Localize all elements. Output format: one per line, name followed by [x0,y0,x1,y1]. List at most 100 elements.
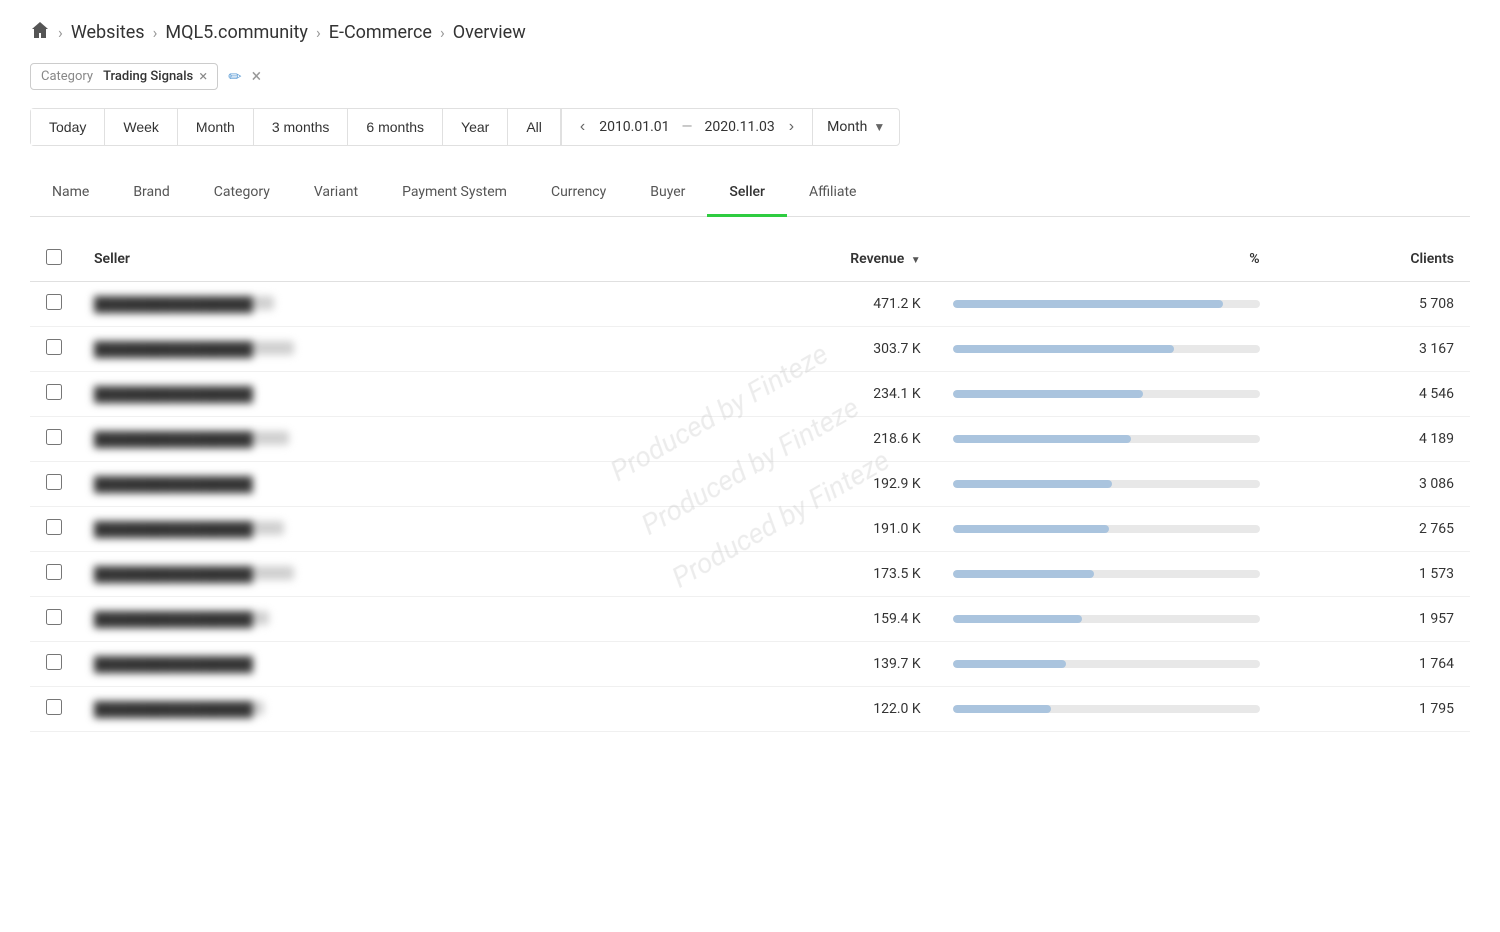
revenue-cell: 303.7 K [674,327,937,372]
row-checkbox-cell[interactable] [30,417,78,462]
table-row: ████████████████159.4 K1 957 [30,597,1470,642]
row-checkbox[interactable] [46,564,62,580]
select-all-checkbox[interactable] [46,249,62,265]
seller-name-cell: ████████████████ [78,642,674,687]
breadcrumb-ecommerce[interactable]: E-Commerce [329,22,432,43]
row-checkbox-cell[interactable] [30,507,78,552]
seller-name-cell: ████████████████ [78,417,674,462]
seller-name-blurred: ████████████████ [94,521,284,535]
row-checkbox-cell[interactable] [30,462,78,507]
row-checkbox[interactable] [46,384,62,400]
clients-cell: 2 765 [1276,507,1470,552]
revenue-cell: 159.4 K [674,597,937,642]
revenue-cell: 234.1 K [674,372,937,417]
seller-name-blurred: ████████████████ [94,296,274,310]
percent-cell [937,462,1276,507]
clients-cell: 5 708 [1276,282,1470,327]
tab-buyer[interactable]: Buyer [628,170,707,217]
tab-payment-system[interactable]: Payment System [380,170,529,217]
breadcrumb-mql5[interactable]: MQL5.community [165,22,308,43]
percent-cell [937,552,1276,597]
select-all-header[interactable] [30,237,78,282]
percent-cell [937,417,1276,462]
seller-name-cell: ████████████████ [78,597,674,642]
col-seller[interactable]: Seller [78,237,674,282]
date-range-section: ‹ 2010.01.01 — 2020.11.03 › [561,109,812,145]
seller-name-blurred: ████████████████ [94,611,269,625]
filter-tag: Category Trading Signals × [30,63,218,90]
table-row: ████████████████ 303.7 K 3 167 [30,327,1470,372]
grouping-label: Month [827,119,867,135]
table-row: ████████████████ 191.0 K 2 765 [30,507,1470,552]
tab-category[interactable]: Category [192,170,292,217]
row-checkbox-cell[interactable] [30,282,78,327]
clients-cell: 4 189 [1276,417,1470,462]
revenue-cell: 173.5 K [674,552,937,597]
col-clients: Clients [1276,237,1470,282]
percent-cell [937,597,1276,642]
table-row: ████████████████139.7 K1 764 [30,642,1470,687]
tab-brand[interactable]: Brand [111,170,191,217]
date-to: 2020.11.03 [704,119,774,135]
breadcrumb-overview[interactable]: Overview [453,22,526,43]
breadcrumb: › Websites › MQL5.community › E-Commerce… [30,20,1470,45]
filter-edit-icon[interactable]: ✏ [228,67,241,86]
row-checkbox[interactable] [46,339,62,355]
row-checkbox-cell[interactable] [30,687,78,732]
time-btn-month[interactable]: Month [178,109,254,145]
filter-row: Category Trading Signals × ✏ × [30,63,1470,90]
revenue-cell: 192.9 K [674,462,937,507]
row-checkbox[interactable] [46,519,62,535]
row-checkbox[interactable] [46,294,62,310]
row-checkbox[interactable] [46,609,62,625]
col-clients-label: Clients [1410,251,1454,267]
percent-cell [937,327,1276,372]
percent-cell [937,642,1276,687]
row-checkbox-cell[interactable] [30,552,78,597]
revenue-cell: 191.0 K [674,507,937,552]
clients-cell: 1 573 [1276,552,1470,597]
data-table: Seller Revenue ▼ % Clients █████████████… [30,237,1470,732]
row-checkbox[interactable] [46,429,62,445]
tab-currency[interactable]: Currency [529,170,628,217]
tab-affiliate[interactable]: Affiliate [787,170,879,217]
filter-label: Category [41,69,93,84]
col-seller-label: Seller [94,251,130,267]
row-checkbox-cell[interactable] [30,597,78,642]
revenue-cell: 139.7 K [674,642,937,687]
grouping-dropdown[interactable]: Month ▼ [812,109,899,145]
col-revenue[interactable]: Revenue ▼ [674,237,937,282]
row-checkbox[interactable] [46,699,62,715]
seller-name-blurred: ████████████████ [94,341,294,355]
home-icon[interactable] [30,20,50,45]
row-checkbox[interactable] [46,474,62,490]
time-btn-all[interactable]: All [508,109,561,145]
time-btn-week[interactable]: Week [105,109,178,145]
revenue-cell: 471.2 K [674,282,937,327]
tab-name[interactable]: Name [30,170,111,217]
time-btn-6months[interactable]: 6 months [348,109,443,145]
row-checkbox-cell[interactable] [30,372,78,417]
tabs-row: Name Brand Category Variant Payment Syst… [30,170,1470,217]
time-btn-year[interactable]: Year [443,109,508,145]
table-row: ████████████████173.5 K1 573 [30,552,1470,597]
col-revenue-label: Revenue [850,251,904,267]
filter-clear-icon[interactable]: × [252,66,262,87]
row-checkbox[interactable] [46,654,62,670]
time-btn-today[interactable]: Today [31,109,105,145]
date-prev-button[interactable]: ‹ [574,116,591,138]
clients-cell: 3 167 [1276,327,1470,372]
seller-name-blurred: ████████████████ [94,656,254,670]
filter-tag-close-button[interactable]: × [199,69,207,84]
col-percent: % [937,237,1276,282]
row-checkbox-cell[interactable] [30,642,78,687]
tab-seller[interactable]: Seller [707,170,787,217]
tab-variant[interactable]: Variant [292,170,380,217]
seller-name-cell: ████████████████ [78,462,674,507]
row-checkbox-cell[interactable] [30,327,78,372]
date-next-button[interactable]: › [783,116,800,138]
table-row: ████████████████234.1 K4 546 [30,372,1470,417]
seller-name-blurred: ████████████████ [94,476,249,490]
time-btn-3months[interactable]: 3 months [254,109,349,145]
breadcrumb-websites[interactable]: Websites [71,22,145,43]
